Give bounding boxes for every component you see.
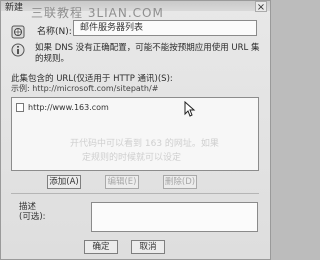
cancel-button[interactable]: 取消 bbox=[131, 240, 165, 254]
divider bbox=[11, 193, 259, 194]
ok-button[interactable]: 确定 bbox=[84, 240, 118, 254]
watermark-text: 三联教程 3LIAN.COM bbox=[31, 6, 164, 20]
name-field[interactable]: 邮件服务器列表 bbox=[73, 20, 257, 36]
list-item[interactable]: http://www.163.com bbox=[16, 103, 109, 112]
url-list[interactable]: http://www.163.com 开代码中可以看到 163 的网址。如果 定… bbox=[11, 97, 259, 171]
description-label-line1: 描述 bbox=[19, 202, 37, 212]
web-page-icon bbox=[11, 25, 25, 39]
info-icon bbox=[11, 43, 25, 57]
close-button[interactable]: × bbox=[255, 1, 267, 13]
edit-button[interactable]: 编辑(E) bbox=[105, 175, 139, 189]
description-label: 描述 (可选): bbox=[19, 202, 46, 222]
url-item-text: http://www.163.com bbox=[28, 103, 109, 112]
add-button[interactable]: 添加(A) bbox=[47, 175, 81, 189]
show-through-text: 定规则的时候就可以设定 bbox=[82, 153, 182, 163]
delete-button[interactable]: 删除(D) bbox=[163, 175, 197, 189]
name-label: 名称(N): bbox=[37, 27, 72, 37]
description-field[interactable] bbox=[91, 202, 258, 232]
url-set-dialog: 新建 三联教程 3LIAN.COM × 名称(N): 邮件服务器列表 如果 DN… bbox=[0, 0, 271, 260]
dns-warning-text: 如果 DNS 没有正确配置，可能不能按预期应用使用 URL 集的规则。 bbox=[35, 43, 260, 64]
show-through-text: 开代码中可以看到 163 的网址。如果 bbox=[70, 139, 219, 149]
document-icon bbox=[16, 103, 24, 112]
title-bar: 新建 三联教程 3LIAN.COM × bbox=[1, 1, 270, 20]
mouse-pointer-icon bbox=[184, 101, 196, 117]
urls-example: 示例: http://microsoft.com/sitepath/# bbox=[11, 84, 159, 93]
description-label-line2: (可选): bbox=[19, 212, 46, 222]
window-title: 新建 bbox=[5, 3, 24, 13]
